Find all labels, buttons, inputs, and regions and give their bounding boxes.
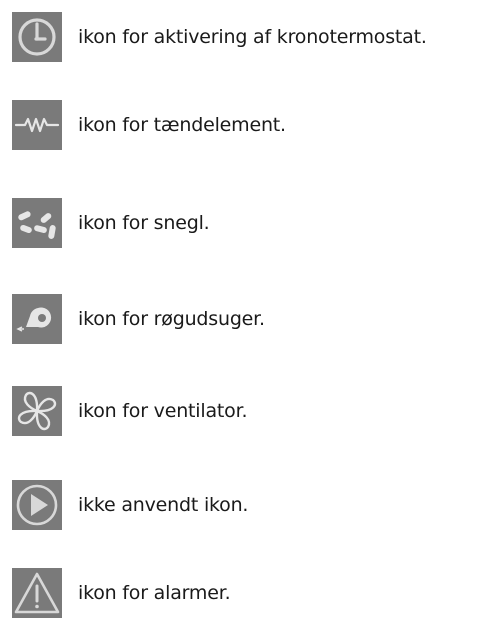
legend-item-label: ikon for aktivering af kronotermostat. [78,26,427,48]
icon-legend: ikon for aktivering af kronotermostat. i… [0,0,504,622]
legend-item-label: ikon for snegl. [78,212,210,234]
clock-power-icon [12,12,62,62]
fan-icon [12,386,62,436]
alarm-warning-icon [12,568,62,618]
pellet-auger-icon [12,198,62,248]
legend-item-unused: ikke anvendt ikon. [12,480,248,530]
legend-item-chronothermostat: ikon for aktivering af kronotermostat. [12,12,427,62]
legend-item-heating-element: ikon for tændelement. [12,100,286,150]
legend-item-fan: ikon for ventilator. [12,386,247,436]
play-icon [12,480,62,530]
legend-item-label: ikke anvendt ikon. [78,494,249,516]
legend-item-smoke-extractor: ikon for røgudsuger. [12,294,265,344]
legend-item-label: ikon for tændelement. [78,114,286,136]
legend-item-label: ikon for ventilator. [78,400,248,422]
legend-item-label: ikon for røgudsuger. [78,308,265,330]
smoke-extractor-icon [12,294,62,344]
legend-item-label: ikon for alarmer. [78,582,231,604]
legend-item-alarms: ikon for alarmer. [12,568,231,618]
heating-element-icon [12,100,62,150]
legend-item-auger: ikon for snegl. [12,198,210,248]
